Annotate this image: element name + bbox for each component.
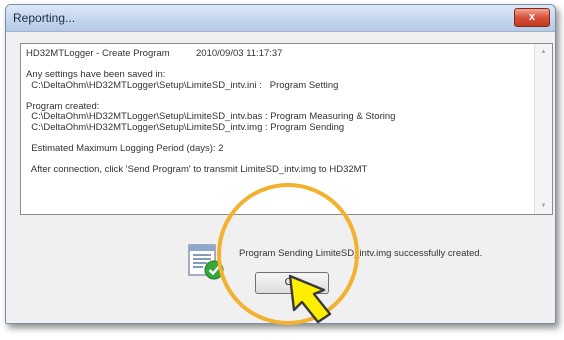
report-log: HD32MTLogger - Create Program 2010/09/03… xyxy=(26,48,530,175)
ok-button[interactable]: OK xyxy=(255,272,329,294)
log-line: After connection, click 'Send Program' t… xyxy=(26,163,368,175)
vertical-scrollbar[interactable]: ▲ ▼ xyxy=(534,44,552,214)
log-line: C:\DeltaOhm\HD32MTLogger\Setup\LimiteSD_… xyxy=(26,121,345,133)
dialog-title: Reporting... xyxy=(13,11,76,25)
title-bar[interactable]: Reporting... x xyxy=(6,5,555,32)
close-icon: x xyxy=(528,11,536,23)
log-line: Estimated Maximum Logging Period (days):… xyxy=(26,142,224,154)
scroll-down-arrow-icon[interactable]: ▼ xyxy=(535,198,552,214)
close-button[interactable]: x xyxy=(514,8,550,27)
scroll-up-arrow-icon[interactable]: ▲ xyxy=(535,44,552,60)
status-message: Program Sending LimiteSD_intv.img succes… xyxy=(239,248,483,259)
log-line: HD32MTLogger - Create Program 2010/09/03… xyxy=(26,48,283,59)
log-line: C:\DeltaOhm\HD32MTLogger\Setup\LimiteSD_… xyxy=(26,79,339,91)
log-line: Any settings have been saved in: xyxy=(26,69,166,80)
report-textbox[interactable]: HD32MTLogger - Create Program 2010/09/03… xyxy=(20,43,553,215)
document-check-icon xyxy=(188,244,224,280)
log-line: C:\DeltaOhm\HD32MTLogger\Setup\LimiteSD_… xyxy=(26,111,396,122)
